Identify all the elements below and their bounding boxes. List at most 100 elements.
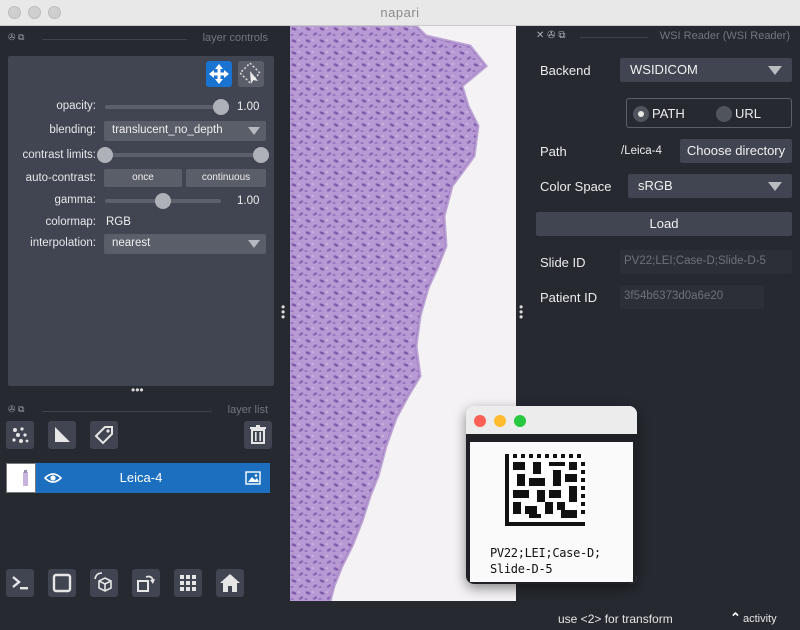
ndisplay-button[interactable] xyxy=(48,569,76,597)
colormap-label: colormap: xyxy=(45,216,97,228)
path-label: Path xyxy=(540,144,567,159)
backend-value: WSIDICOM xyxy=(630,62,698,77)
colormap-value: RGB xyxy=(106,216,131,228)
source-type-group: PATH URL xyxy=(626,98,792,128)
blending-label: blending: xyxy=(49,124,96,136)
activity-button[interactable]: activity xyxy=(743,613,777,625)
interpolation-label: interpolation: xyxy=(30,237,96,249)
slide-thumbnail-image xyxy=(23,470,28,486)
header-divider xyxy=(42,411,212,412)
color-space-label: Color Space xyxy=(540,179,612,194)
pan-zoom-button[interactable] xyxy=(206,61,232,87)
blending-value: translucent_no_depth xyxy=(112,124,223,136)
new-labels-layer-button[interactable] xyxy=(90,421,118,449)
backend-label: Backend xyxy=(540,63,591,78)
gamma-label: gamma: xyxy=(54,194,96,206)
layer-list-item[interactable]: Leica-4 xyxy=(6,463,270,493)
dock-float-icon[interactable]: ✇ ⧉ xyxy=(8,404,24,415)
layer-controls-panel: opacity: 1.00 blending: translucent_no_d… xyxy=(8,56,274,386)
select-transform-icon xyxy=(239,62,261,84)
opacity-slider[interactable] xyxy=(105,105,221,109)
path-radio[interactable] xyxy=(633,106,649,122)
dock-close-icon[interactable]: ✕ ✇ ⧉ xyxy=(536,30,565,41)
opacity-value: 1.00 xyxy=(237,101,260,113)
terminal-icon xyxy=(12,576,28,590)
transpose-icon xyxy=(137,575,155,592)
slide-id-field[interactable]: PV22;LEI;Case-D;Slide-D-5 xyxy=(620,250,792,274)
gamma-slider-handle[interactable] xyxy=(155,193,171,209)
right-splitter-handle[interactable]: • • • xyxy=(519,301,525,323)
shapes-icon xyxy=(55,427,70,442)
square-2d-icon xyxy=(52,573,72,593)
preview-content: PV22;LEI;Case-D; Slide-D-5 xyxy=(466,434,637,584)
load-button[interactable]: Load xyxy=(536,212,792,236)
auto-contrast-once-button[interactable]: once xyxy=(104,169,182,187)
grid-icon xyxy=(180,575,196,591)
dock-resize-handle[interactable]: ••• xyxy=(131,384,144,396)
transform-button[interactable] xyxy=(238,61,264,87)
chevron-up-icon[interactable]: ⌃ xyxy=(730,610,741,626)
window-title: napari xyxy=(380,5,420,20)
console-button[interactable] xyxy=(6,569,34,597)
preview-zoom-button[interactable] xyxy=(514,415,526,427)
patient-id-field[interactable]: 3f54b6373d0a6e20 xyxy=(620,285,764,309)
new-shapes-layer-button[interactable] xyxy=(48,421,76,449)
contrast-limits-slider[interactable] xyxy=(105,153,261,157)
label-preview-window: PV22;LEI;Case-D; Slide-D-5 xyxy=(466,406,637,584)
contrast-limits-label: contrast limits: xyxy=(22,149,97,161)
path-value: /Leica-4 xyxy=(621,145,662,157)
gamma-value: 1.00 xyxy=(237,195,260,207)
contrast-high-handle[interactable] xyxy=(253,147,269,163)
layer-controls-title: layer controls xyxy=(202,32,268,44)
opacity-label: opacity: xyxy=(56,100,96,112)
contrast-low-handle[interactable] xyxy=(97,147,113,163)
patient-id-label: Patient ID xyxy=(540,290,598,305)
points-icon xyxy=(12,427,29,443)
layer-list-header: ✇ ⧉ layer list xyxy=(0,400,280,422)
image-layer-icon xyxy=(245,471,261,485)
label-tag-icon xyxy=(94,426,113,445)
title-bar: napari xyxy=(0,0,800,26)
color-space-value: sRGB xyxy=(638,178,673,193)
interpolation-value: nearest xyxy=(112,237,151,249)
chevron-down-icon xyxy=(248,127,260,135)
layer-name[interactable]: Leica-4 xyxy=(66,470,216,485)
roll-dims-button[interactable] xyxy=(90,569,118,597)
auto-contrast-label: auto-contrast: xyxy=(25,172,96,184)
datamatrix-barcode-icon xyxy=(505,454,585,526)
preview-minimize-button[interactable] xyxy=(494,415,506,427)
move-arrows-icon xyxy=(209,64,229,84)
visibility-eye-icon[interactable] xyxy=(44,471,62,485)
backend-select[interactable]: WSIDICOM xyxy=(620,58,792,82)
cube-roll-icon xyxy=(94,572,112,592)
reset-view-button[interactable] xyxy=(216,569,244,597)
choose-directory-button[interactable]: Choose directory xyxy=(680,139,792,163)
url-radio[interactable] xyxy=(716,106,732,122)
new-points-layer-button[interactable] xyxy=(6,421,34,449)
chevron-down-icon xyxy=(768,66,782,75)
layer-controls-header: ✇ ⧉ layer controls xyxy=(0,28,280,50)
chevron-down-icon xyxy=(768,182,782,191)
napari-window: napari ✇ ⧉ layer controls opacity: 1.00 … xyxy=(0,0,800,630)
url-radio-label[interactable]: URL xyxy=(735,106,761,121)
preview-title-bar xyxy=(466,406,637,434)
wsi-reader-title: WSI Reader (WSI Reader) xyxy=(659,30,790,42)
color-space-select[interactable]: sRGB xyxy=(628,174,792,198)
opacity-slider-handle[interactable] xyxy=(213,99,229,115)
left-splitter-handle[interactable]: • • • xyxy=(281,301,287,323)
grid-view-button[interactable] xyxy=(174,569,202,597)
trash-icon xyxy=(250,425,266,444)
preview-label-line1: PV22;LEI;Case-D; xyxy=(490,546,601,560)
slide-label-image: PV22;LEI;Case-D; Slide-D-5 xyxy=(470,442,633,582)
interpolation-select[interactable]: nearest xyxy=(104,234,266,254)
transpose-button[interactable] xyxy=(132,569,160,597)
preview-close-button[interactable] xyxy=(474,415,486,427)
blending-select[interactable]: translucent_no_depth xyxy=(104,121,266,141)
left-dock: ✇ ⧉ layer controls opacity: 1.00 blendin… xyxy=(0,26,280,630)
delete-layer-button[interactable] xyxy=(244,421,272,449)
auto-contrast-continuous-button[interactable]: continuous xyxy=(186,169,266,187)
slide-id-label: Slide ID xyxy=(540,255,586,270)
chevron-down-icon xyxy=(248,240,260,248)
path-radio-label[interactable]: PATH xyxy=(652,106,685,121)
dock-float-icon[interactable]: ✇ ⧉ xyxy=(8,32,24,43)
